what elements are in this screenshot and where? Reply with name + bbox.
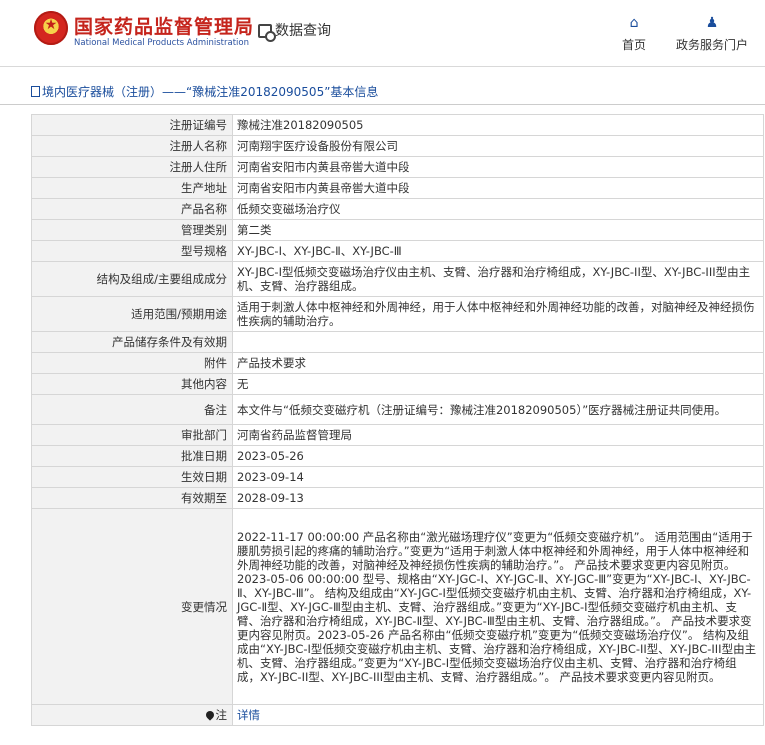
- note-label-cell: 注: [31, 704, 233, 726]
- field-label: 管理类别: [31, 219, 233, 241]
- user-icon: ♟: [705, 15, 719, 31]
- pin-icon: [203, 709, 216, 721]
- nav-portal-label: 政务服务门户: [676, 38, 749, 52]
- site-header: 国家药品监督管理局 National Medical Products Admi…: [0, 0, 765, 67]
- detail-table: 注册证编号 豫械注准20182090505 注册人名称 河南翔宇医疗设备股份有限公司注…: [31, 114, 764, 726]
- field-label: 有效期至: [31, 487, 233, 509]
- field-value: 豫械注准20182090505: [232, 114, 764, 136]
- field-value: 河南翔宇医疗设备股份有限公司: [232, 135, 764, 157]
- field-label: 产品储存条件及有效期: [31, 331, 233, 353]
- home-icon: ⌂: [629, 15, 639, 31]
- note-value-cell: 详情: [232, 704, 764, 726]
- table-row: 生产地址 河南省安阳市内黄县帝喾大道中段: [31, 177, 764, 199]
- field-label: 批准日期: [31, 445, 233, 467]
- field-value: 2023-09-14: [232, 466, 764, 488]
- field-label: 生产地址: [31, 177, 233, 199]
- field-label: 注册人名称: [31, 135, 233, 157]
- nav-portal[interactable]: ♟ 政务服务门户: [676, 16, 748, 53]
- table-row: 备注 本文件与“低频交变磁疗机（注册证编号：豫械注准20182090505）”医疗…: [31, 394, 764, 425]
- nav-home[interactable]: ⌂ 首页: [622, 16, 646, 53]
- table-row: 注册人住所 河南省安阳市内黄县帝喾大道中段: [31, 156, 764, 178]
- details-link[interactable]: 详情: [237, 708, 260, 722]
- table-row: 注册人名称 河南翔宇医疗设备股份有限公司: [31, 135, 764, 157]
- field-value: 低频交变磁场治疗仪: [232, 198, 764, 220]
- field-value: 2028-09-13: [232, 487, 764, 509]
- field-value: [232, 331, 764, 353]
- note-row: 注详情: [31, 704, 764, 726]
- field-value: 河南省安阳市内黄县帝喾大道中段: [232, 177, 764, 199]
- field-label: 附件: [31, 352, 233, 374]
- site-name-cn[interactable]: 国家药品监督管理局: [74, 12, 254, 39]
- table-row: 注册证编号 豫械注准20182090505: [31, 114, 764, 136]
- field-label: 其他内容: [31, 373, 233, 395]
- field-label: 产品名称: [31, 198, 233, 220]
- table-row: 产品名称 低频交变磁场治疗仪: [31, 198, 764, 220]
- nav-home-label: 首页: [622, 38, 647, 52]
- breadcrumb-divider: [0, 104, 765, 105]
- field-value: 适用于刺激人体中枢神经和外周神经，用于人体中枢神经和外周神经功能的改善，对脑神经…: [232, 296, 764, 332]
- site-name-en[interactable]: National Medical Products Administration: [74, 38, 249, 48]
- data-query-label: 数据查询: [275, 23, 331, 39]
- data-query-link[interactable]: 数据查询: [258, 20, 331, 42]
- table-row: 适用范围/预期用途 适用于刺激人体中枢神经和外周神经，用于人体中枢神经和外周神经功…: [31, 296, 764, 332]
- field-label: 注册人住所: [31, 156, 233, 178]
- field-label: 型号规格: [31, 240, 233, 262]
- field-value: 2022-11-17 00:00:00 产品名称由“激光磁场理疗仪”变更为“低频…: [232, 508, 764, 705]
- table-row: 有效期至 2028-09-13: [31, 487, 764, 509]
- table-row: 结构及组成/主要组成成分 XY-JBC-I型低频交变磁场治疗仪由主机、支臂、治疗器…: [31, 261, 764, 297]
- field-value: 本文件与“低频交变磁疗机（注册证编号：豫械注准20182090505）”医疗器械…: [232, 394, 764, 425]
- document-icon: [31, 86, 40, 97]
- field-value: XY-JBC-I型低频交变磁场治疗仪由主机、支臂、治疗器和治疗椅组成，XY-JB…: [232, 261, 764, 297]
- field-value: 产品技术要求: [232, 352, 764, 374]
- table-row: 型号规格 XY-JBC-Ⅰ、XY-JBC-Ⅱ、XY-JBC-Ⅲ: [31, 240, 764, 262]
- field-value: 2023-05-26: [232, 445, 764, 467]
- table-row: 附件 产品技术要求: [31, 352, 764, 374]
- field-value: XY-JBC-Ⅰ、XY-JBC-Ⅱ、XY-JBC-Ⅲ: [232, 240, 764, 262]
- note-label: 注: [215, 708, 228, 722]
- field-value: 河南省药品监督管理局: [232, 424, 764, 446]
- table-row: 管理类别 第二类: [31, 219, 764, 241]
- field-label: 生效日期: [31, 466, 233, 488]
- field-label: 注册证编号: [31, 114, 233, 136]
- field-value: 河南省安阳市内黄县帝喾大道中段: [232, 156, 764, 178]
- table-row: 其他内容无: [31, 373, 764, 395]
- breadcrumb-text: 境内医疗器械（注册）——“豫械注准20182090505”基本信息: [42, 85, 379, 99]
- field-label: 变更情况: [31, 508, 233, 705]
- field-label: 备注: [31, 394, 233, 425]
- field-label: 适用范围/预期用途: [31, 296, 233, 332]
- data-query-icon: [258, 24, 276, 42]
- table-row: 生效日期 2023-09-14: [31, 466, 764, 488]
- field-label: 审批部门: [31, 424, 233, 446]
- emblem-logo[interactable]: [34, 11, 68, 45]
- table-row: 批准日期 2023-05-26: [31, 445, 764, 467]
- field-value: 第二类: [232, 219, 764, 241]
- field-value: 无: [232, 373, 764, 395]
- table-row: 产品储存条件及有效期: [31, 331, 764, 353]
- breadcrumb: 境内医疗器械（注册）——“豫械注准20182090505”基本信息: [31, 83, 764, 105]
- field-label: 结构及组成/主要组成成分: [31, 261, 233, 297]
- detail-table-body: 注册证编号 豫械注准20182090505 注册人名称 河南翔宇医疗设备股份有限公司注…: [31, 114, 764, 726]
- table-row: 审批部门 河南省药品监督管理局: [31, 424, 764, 446]
- table-row: 变更情况 2022-11-17 00:00:00 产品名称由“激光磁场理疗仪”变更…: [31, 508, 764, 705]
